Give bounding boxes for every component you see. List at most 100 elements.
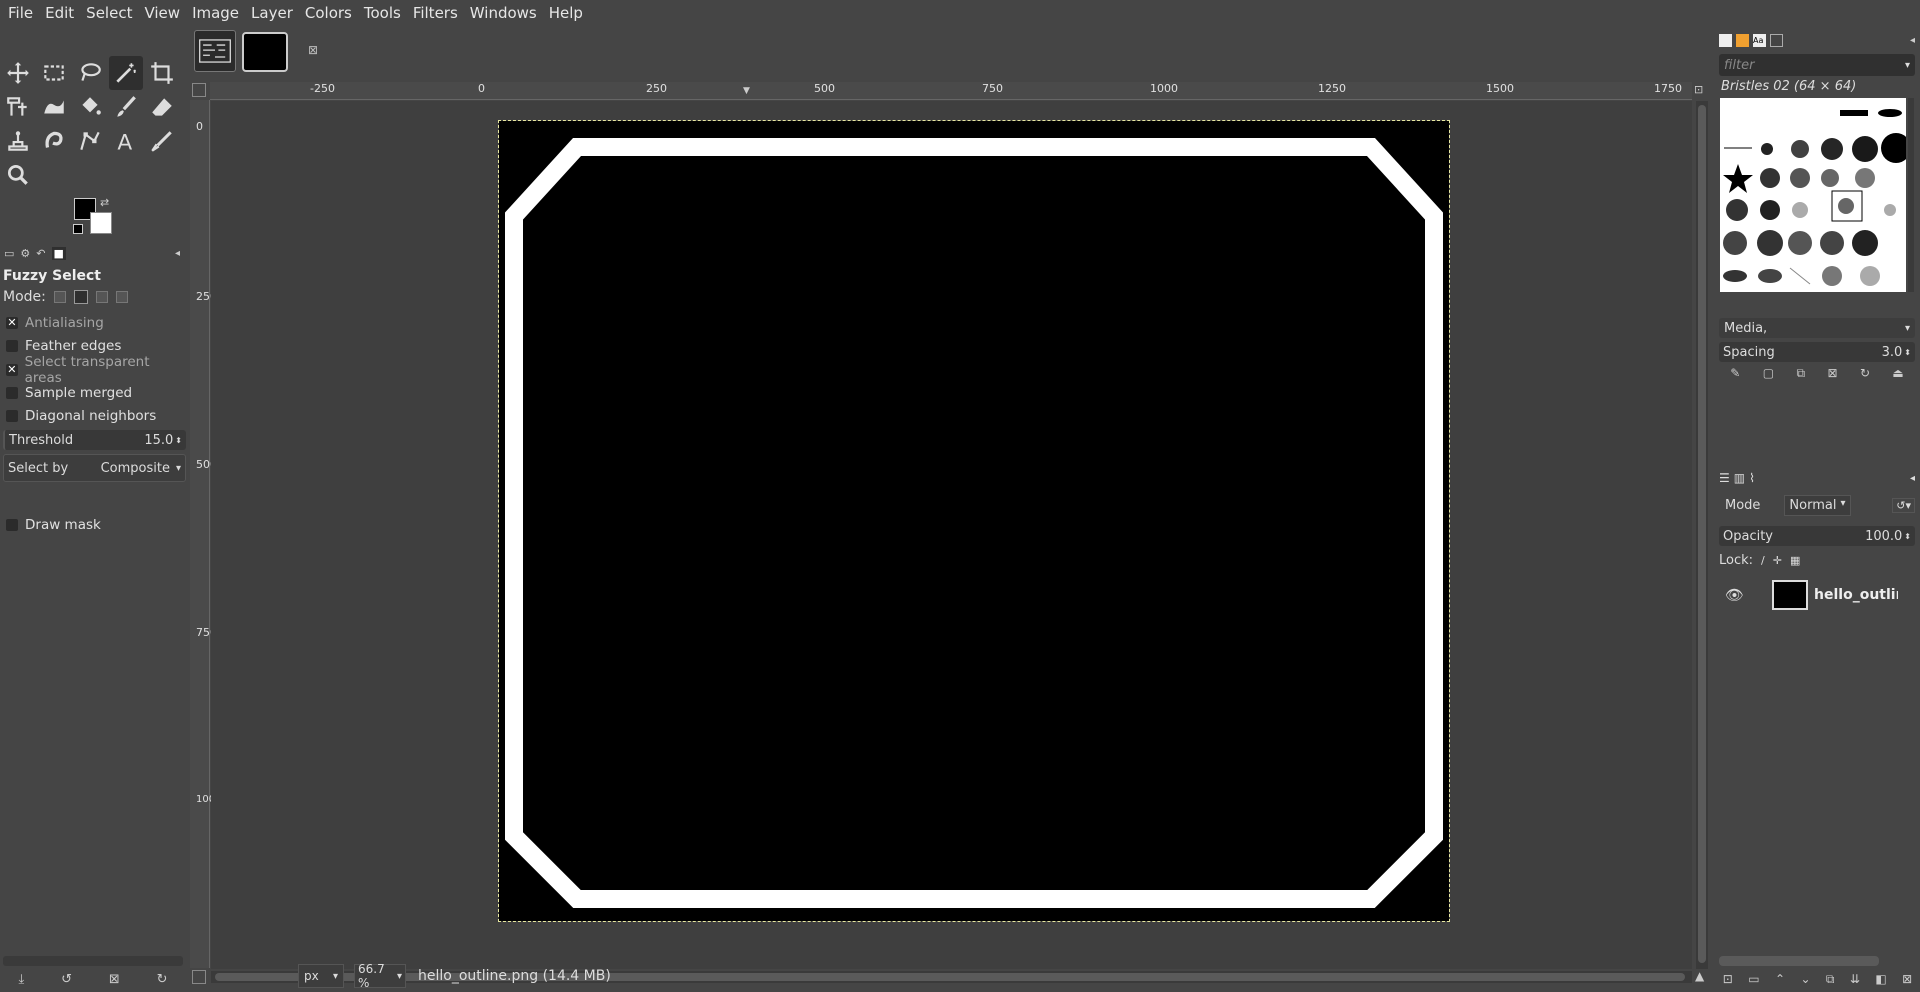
raise-layer-icon[interactable]: ⌃ (1775, 972, 1785, 992)
swap-colors-icon[interactable]: ⇄ (100, 196, 109, 209)
quick-mask-toggle-icon[interactable] (192, 83, 206, 97)
layer-name[interactable]: hello_outlir (1814, 587, 1898, 603)
patterns-tab-icon[interactable] (1736, 33, 1749, 47)
zoom-icon[interactable] (1, 158, 35, 192)
document-history-tab-icon[interactable] (1770, 33, 1783, 47)
clone-icon[interactable] (1, 124, 35, 158)
menu-layer[interactable]: Layer (245, 0, 299, 26)
open-brush-icon[interactable]: ⏏ (1892, 366, 1903, 384)
select-transparent-option[interactable]: ✕ Select transparent areas (0, 354, 186, 386)
eye-icon[interactable]: 👁 (1725, 586, 1744, 604)
close-tab-icon[interactable]: ⊠ (308, 43, 318, 57)
smudge-icon[interactable] (37, 124, 71, 158)
sample-merged-checkbox[interactable] (6, 387, 18, 399)
duplicate-layer-icon[interactable]: ⧉ (1826, 972, 1835, 992)
fonts-tab-icon[interactable]: Aa (1753, 33, 1766, 47)
layer-composite-icon[interactable]: ↺▾ (1892, 497, 1915, 513)
refresh-brushes-icon[interactable]: ↻ (1860, 366, 1870, 384)
merge-layer-icon[interactable]: ⇊ (1850, 972, 1860, 992)
menu-select[interactable]: Select (80, 0, 138, 26)
menu-file[interactable]: File (2, 0, 39, 26)
save-options-icon[interactable]: ⤓ (18, 972, 24, 992)
menu-colors[interactable]: Colors (299, 0, 358, 26)
threshold-spinner-icon[interactable]: ⬍ (175, 436, 182, 445)
delete-layer-icon[interactable]: ⊠ (1902, 972, 1912, 992)
diagonal-neighbors-checkbox[interactable] (6, 410, 18, 422)
crop-icon[interactable] (145, 56, 179, 90)
delete-options-icon[interactable]: ⊠ (109, 972, 120, 992)
unit-dropdown[interactable]: px ▾ (298, 964, 344, 988)
warp-icon[interactable] (37, 90, 71, 124)
delete-brush-icon[interactable]: ⊠ (1827, 366, 1837, 384)
layers-tab-icon[interactable]: ☰ (1719, 471, 1730, 485)
opacity-slider[interactable]: Opacity 100.0 ⬍ (1719, 526, 1915, 546)
spacing-slider[interactable]: Spacing 3.0 ⬍ (1719, 342, 1915, 362)
layer-mode-dropdown[interactable]: Normal ▾ (1784, 494, 1851, 516)
brush-tag-dropdown[interactable]: Media, ▾ (1719, 318, 1915, 338)
paths-tab-icon[interactable]: ⌇ (1749, 471, 1755, 485)
image-tab-thumbnail-1[interactable] (194, 30, 236, 72)
draw-mask-option[interactable]: Draw mask (0, 514, 186, 536)
mode-intersect-icon[interactable] (115, 291, 128, 303)
vertical-scroll-thumb[interactable] (1698, 105, 1706, 963)
vertical-scrollbar[interactable] (1696, 101, 1708, 969)
image-tab-thumbnail-2[interactable] (242, 32, 288, 72)
menu-help[interactable]: Help (543, 0, 589, 26)
mode-replace-icon[interactable] (53, 291, 66, 303)
undo-history-tab-icon[interactable]: ↶ (36, 247, 45, 260)
menu-tools[interactable]: Tools (358, 0, 407, 26)
mode-subtract-icon[interactable] (95, 291, 108, 303)
menu-image[interactable]: Image (186, 0, 245, 26)
layers-scrollbar[interactable] (1719, 956, 1879, 966)
move-tool-icon[interactable] (1, 56, 35, 90)
brush-scrollbar[interactable] (1908, 98, 1914, 292)
reset-options-icon[interactable]: ↻ (157, 972, 168, 992)
eraser-icon[interactable] (145, 90, 179, 124)
lock-alpha-icon[interactable]: ▦ (1790, 554, 1800, 567)
device-status-tab-icon[interactable]: ⚙ (20, 247, 30, 260)
menu-windows[interactable]: Windows (464, 0, 543, 26)
configure-tab-icon[interactable]: ◂ (1910, 473, 1915, 484)
threshold-slider[interactable]: Threshold 15.0 ⬍ (3, 430, 186, 450)
lasso-icon[interactable] (73, 56, 107, 90)
paths-icon[interactable] (73, 124, 107, 158)
brush-filter-input[interactable]: filter ▾ (1719, 54, 1915, 76)
new-layer-icon[interactable]: ⊡ (1723, 972, 1733, 992)
menu-view[interactable]: View (138, 0, 186, 26)
canvas-viewport[interactable] (211, 101, 1692, 969)
configure-tab-icon[interactable]: ◂ (1910, 35, 1915, 46)
zoom-dropdown[interactable]: 66.7 % ▾ (354, 962, 406, 990)
layer-row[interactable]: 👁 hello_outlir (1719, 575, 1915, 615)
antialiasing-option[interactable]: ✕ Antialiasing (0, 312, 186, 334)
menu-edit[interactable]: Edit (39, 0, 80, 26)
text-icon[interactable]: A (109, 124, 143, 158)
brush-grid[interactable] (1720, 98, 1911, 292)
zoom-fit-icon[interactable]: ⊡ (1694, 83, 1703, 96)
select-by-dropdown[interactable]: Select by Composite ▾ (3, 454, 186, 482)
lock-pixels-icon[interactable]: / (1761, 554, 1765, 567)
channels-tab-icon[interactable]: ▥ (1734, 471, 1745, 485)
paintbrush-icon[interactable] (109, 90, 143, 124)
images-tab-icon[interactable]: ■ (51, 246, 66, 260)
menu-filters[interactable]: Filters (407, 0, 464, 26)
new-brush-icon[interactable]: ▢ (1763, 366, 1774, 384)
bucket-fill-icon[interactable] (73, 90, 107, 124)
select-transparent-checkbox[interactable]: ✕ (6, 364, 18, 376)
opacity-spinner-icon[interactable]: ⬍ (1904, 532, 1911, 541)
sample-merged-option[interactable]: Sample merged (0, 382, 186, 404)
lower-layer-icon[interactable]: ⌄ (1800, 972, 1810, 992)
brushes-tab-icon[interactable] (1719, 33, 1732, 47)
edit-brush-icon[interactable]: ✎ (1730, 366, 1740, 384)
feather-edges-checkbox[interactable] (6, 340, 18, 352)
rect-select-icon[interactable] (37, 56, 71, 90)
lock-position-icon[interactable]: ✛ (1773, 554, 1782, 567)
image-canvas[interactable] (498, 120, 1450, 922)
transform-icon[interactable] (1, 90, 35, 124)
layer-mask-icon[interactable]: ◧ (1875, 972, 1886, 992)
reset-colors-icon[interactable] (73, 224, 83, 234)
antialiasing-checkbox[interactable]: ✕ (6, 317, 18, 329)
color-picker-icon[interactable] (145, 124, 179, 158)
toolbox-scrollbar[interactable] (3, 956, 183, 966)
new-layer-group-icon[interactable]: ▭ (1748, 972, 1759, 992)
restore-options-icon[interactable]: ↺ (61, 972, 72, 992)
